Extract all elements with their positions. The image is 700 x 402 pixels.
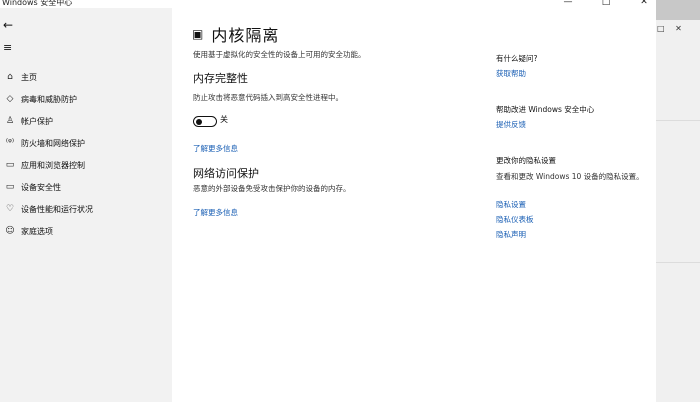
memory-integrity-learn-more-link[interactable]: 了解更多信息 <box>193 143 238 154</box>
sidebar-item-label: 应用和浏览器控制 <box>21 160 85 170</box>
give-feedback-link[interactable]: 提供反馈 <box>496 119 526 130</box>
background-divider <box>656 120 700 121</box>
sidebar-item-label: 家庭选项 <box>21 226 53 236</box>
sidebar: ← ≡ ⌂ 主页 ◇ 病毒和威胁防护 ♙ 帐户保护 ⁽ᵠ⁾ 防火墙和网络保护 ▭… <box>0 8 172 402</box>
privacy-description: 查看和更改 Windows 10 设备的隐私设置。 <box>496 172 644 181</box>
core-isolation-icon: ▣ <box>192 27 204 41</box>
sidebar-item-account-protection[interactable]: ♙ 帐户保护 <box>0 110 172 132</box>
laptop-icon: ▭ <box>5 182 15 192</box>
browser-window-icon: ▭ <box>5 160 15 170</box>
sidebar-item-app-browser-control[interactable]: ▭ 应用和浏览器控制 <box>0 154 172 176</box>
close-button[interactable]: ✕ <box>638 0 650 7</box>
network-protection-description: 恶意的外部设备免受攻击保护你的设备的内存。 <box>193 184 351 193</box>
sidebar-item-virus-protection[interactable]: ◇ 病毒和威胁防护 <box>0 88 172 110</box>
privacy-heading: 更改你的隐私设置 <box>496 156 556 165</box>
sidebar-item-label: 病毒和威胁防护 <box>21 94 77 104</box>
sidebar-item-label: 设备安全性 <box>21 182 61 192</box>
sidebar-nav: ⌂ 主页 ◇ 病毒和威胁防护 ♙ 帐户保护 ⁽ᵠ⁾ 防火墙和网络保护 ▭ 应用和… <box>0 66 172 242</box>
sidebar-item-device-security[interactable]: ▭ 设备安全性 <box>0 176 172 198</box>
window-title: Windows 安全中心 <box>2 0 73 7</box>
main-content: ▣ 内核隔离 使用基于虚拟化的安全性的设备上可用的安全功能。 内存完整性 防止攻… <box>172 8 656 402</box>
sidebar-item-firewall[interactable]: ⁽ᵠ⁾ 防火墙和网络保护 <box>0 132 172 154</box>
sidebar-item-family-options[interactable]: ☺ 家庭选项 <box>0 220 172 242</box>
background-divider <box>656 262 700 263</box>
memory-integrity-title: 内存完整性 <box>193 72 248 85</box>
privacy-dashboard-link[interactable]: 隐私仪表板 <box>496 214 534 225</box>
page-header: ▣ 内核隔离 <box>192 22 279 46</box>
background-window-titlebar <box>656 0 700 20</box>
network-protection-learn-more-link[interactable]: 了解更多信息 <box>193 207 238 218</box>
sidebar-item-label: 帐户保护 <box>21 116 53 126</box>
sidebar-item-home[interactable]: ⌂ 主页 <box>0 66 172 88</box>
memory-integrity-toggle[interactable] <box>193 116 217 127</box>
heart-icon: ♡ <box>5 204 15 214</box>
antenna-icon: ⁽ᵠ⁾ <box>5 138 15 148</box>
sidebar-item-label: 防火墙和网络保护 <box>21 138 85 148</box>
background-window <box>656 0 700 402</box>
sidebar-item-device-health[interactable]: ♡ 设备性能和运行状况 <box>0 198 172 220</box>
family-icon: ☺ <box>5 226 15 236</box>
hamburger-icon[interactable]: ≡ <box>3 41 12 54</box>
privacy-settings-link[interactable]: 隐私设置 <box>496 199 526 210</box>
network-protection-title: 网络访问保护 <box>193 167 259 180</box>
person-icon: ♙ <box>5 116 15 126</box>
sidebar-item-label: 设备性能和运行状况 <box>21 204 93 214</box>
background-window-controls: □ ✕ <box>657 24 686 33</box>
window-controls: — □ ✕ <box>562 0 650 7</box>
toggle-knob <box>196 118 202 125</box>
back-arrow-icon[interactable]: ← <box>3 18 13 32</box>
sidebar-item-label: 主页 <box>21 72 37 82</box>
security-center-window: Windows 安全中心 — □ ✕ ← ≡ ⌂ 主页 ◇ 病毒和威胁防护 ♙ … <box>0 0 656 402</box>
feedback-heading: 帮助改进 Windows 安全中心 <box>496 105 595 114</box>
minimize-button[interactable]: — <box>562 0 574 7</box>
privacy-statement-link[interactable]: 隐私声明 <box>496 229 526 240</box>
page-title: 内核隔离 <box>211 26 280 45</box>
help-heading: 有什么疑问? <box>496 54 538 63</box>
title-bar: Windows 安全中心 — □ ✕ <box>0 0 656 8</box>
memory-integrity-toggle-label: 关 <box>220 115 228 124</box>
get-help-link[interactable]: 获取帮助 <box>496 68 526 79</box>
memory-integrity-description: 防止攻击将恶意代码插入到高安全性进程中。 <box>193 93 343 102</box>
home-icon: ⌂ <box>7 72 13 82</box>
page-description: 使用基于虚拟化的安全性的设备上可用的安全功能。 <box>193 50 366 59</box>
shield-icon: ◇ <box>6 94 14 104</box>
maximize-button[interactable]: □ <box>600 0 612 7</box>
